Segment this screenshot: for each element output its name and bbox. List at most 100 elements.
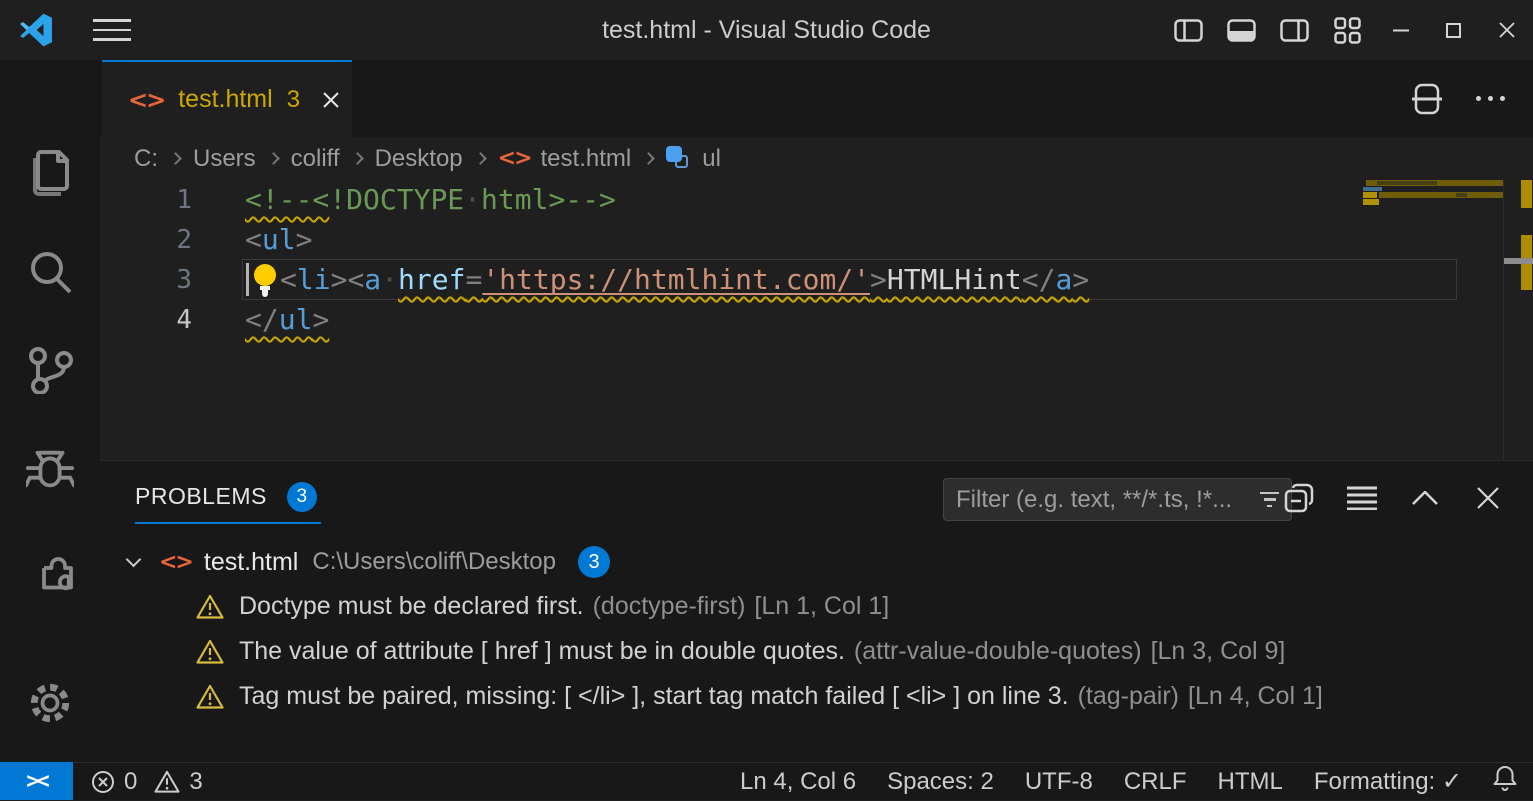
sidebar-left-icon [1174, 19, 1203, 42]
minimap[interactable] [1363, 180, 1503, 460]
notifications-bell-button[interactable] [1493, 765, 1517, 798]
layout-grid-icon [1334, 17, 1361, 44]
toggle-secondary-sidebar-button[interactable] [1268, 0, 1321, 60]
close-panel-button[interactable] [1473, 483, 1503, 513]
status-bar: >< 0 3 Ln 4, Col 6 Spaces: 2 UTF-8 CRLF … [0, 762, 1533, 800]
problem-message: The value of attribute [ href ] must be … [239, 637, 845, 666]
run-debug-icon[interactable] [26, 446, 74, 494]
tab-problem-count: 3 [287, 86, 300, 114]
problem-row[interactable]: The value of attribute [ href ] must be … [196, 632, 1285, 670]
breadcrumb-users[interactable]: Users [193, 145, 256, 173]
html-file-icon: <> [498, 146, 531, 171]
settings-gear-icon[interactable] [26, 679, 74, 727]
chevron-up-icon [1412, 491, 1438, 505]
file-problem-badge: 3 [578, 546, 610, 578]
symbol-element-icon [666, 146, 692, 172]
collapse-all-icon [1284, 483, 1314, 513]
warning-icon [196, 639, 224, 664]
status-line-col[interactable]: Ln 4, Col 6 [740, 768, 856, 796]
problem-row[interactable]: Doctype must be declared first. (doctype… [196, 587, 889, 625]
more-actions-button[interactable] [1470, 90, 1511, 107]
line-number-active: 4 [132, 300, 192, 340]
bell-icon [1493, 765, 1517, 791]
sidebar-right-icon [1280, 19, 1309, 42]
minimap-line-4 [1363, 199, 1379, 205]
status-formatting[interactable]: Formatting: ✓ [1314, 767, 1462, 796]
code-editor[interactable]: 1 2 3 4 <!--<!DOCTYPE·html>--> <ul> <li>… [100, 180, 1533, 460]
minimap-line-3-marker [1363, 192, 1377, 198]
close-icon [1499, 22, 1515, 38]
minimap-line-3-text [1456, 193, 1467, 197]
breadcrumb: C: Users coliff Desktop <> test.html ul [100, 137, 1533, 180]
minimize-icon [1393, 29, 1409, 32]
breadcrumb-coliff[interactable]: coliff [291, 145, 340, 173]
problem-rule: (doctype-first) [593, 592, 746, 621]
warning-count: 3 [189, 768, 202, 796]
breadcrumb-desktop[interactable]: Desktop [375, 145, 463, 173]
problem-location: [Ln 3, Col 9] [1151, 637, 1286, 666]
maximize-icon [1446, 23, 1461, 38]
minimap-line-1-text [1377, 181, 1437, 185]
remote-indicator[interactable]: >< [0, 762, 73, 800]
filter-icon[interactable] [1260, 492, 1279, 508]
activity-bar [0, 60, 100, 762]
minimap-line-3 [1379, 192, 1503, 198]
toggle-primary-sidebar-button[interactable] [1162, 0, 1215, 60]
chevron-right-icon [169, 152, 182, 165]
view-as-table-button[interactable] [1347, 483, 1377, 513]
html-file-icon: <> [159, 550, 192, 575]
extensions-icon[interactable] [26, 544, 74, 592]
html-file-icon: <> [128, 86, 164, 114]
code-line-4: </ul> [245, 300, 329, 340]
status-problems-button[interactable]: 0 3 [91, 763, 203, 801]
problems-file-path: C:\Users\coliff\Desktop [312, 548, 556, 576]
problem-row[interactable]: Tag must be paired, missing: [ </li> ], … [196, 677, 1323, 715]
collapse-all-button[interactable] [1284, 483, 1314, 513]
ruler-cursor-marker [1504, 258, 1533, 264]
chevron-down-icon [126, 551, 142, 567]
close-window-button[interactable] [1480, 0, 1533, 60]
problem-rule: (tag-pair) [1078, 682, 1179, 711]
maximize-button[interactable] [1427, 0, 1480, 60]
tab-problems[interactable]: PROBLEMS 3 [135, 477, 321, 524]
split-editor-button[interactable] [1412, 84, 1442, 114]
tab-test-html[interactable]: <> test.html 3 [102, 60, 352, 137]
problem-message: Tag must be paired, missing: [ </li> ], … [239, 682, 1069, 711]
list-lines-icon [1347, 486, 1377, 510]
chevron-right-icon [474, 152, 487, 165]
breadcrumb-file[interactable]: test.html [541, 145, 632, 173]
close-icon [1477, 487, 1499, 509]
chevron-right-icon [642, 152, 655, 165]
minimize-button[interactable] [1374, 0, 1427, 60]
customize-layout-button[interactable] [1321, 0, 1374, 60]
breadcrumb-drive[interactable]: C: [134, 145, 158, 173]
problems-tab-label: PROBLEMS [135, 483, 267, 510]
source-control-icon[interactable] [26, 346, 74, 394]
search-icon[interactable] [26, 248, 74, 296]
breadcrumb-symbol[interactable]: ul [702, 145, 721, 173]
explorer-icon[interactable] [26, 148, 74, 196]
line-number: 1 [132, 180, 192, 220]
line-number: 3 [132, 260, 192, 300]
status-language[interactable]: HTML [1218, 768, 1283, 796]
status-encoding[interactable]: UTF-8 [1025, 768, 1093, 796]
warning-count-icon [154, 770, 180, 793]
lightbulb-icon[interactable] [250, 262, 280, 298]
filter-input[interactable] [956, 486, 1252, 514]
tab-bar: <> test.html 3 [100, 60, 1533, 137]
problems-file-name: test.html [204, 548, 298, 577]
toggle-panel-button[interactable] [1215, 0, 1268, 60]
problem-message: Doctype must be declared first. [239, 592, 584, 621]
split-editor-icon [1412, 83, 1442, 115]
check-icon: ✓ [1442, 768, 1462, 795]
problem-location: [Ln 1, Col 1] [754, 592, 889, 621]
overview-ruler [1503, 180, 1533, 460]
maximize-panel-button[interactable] [1410, 483, 1440, 513]
minimap-line-2 [1363, 187, 1382, 191]
tab-close-button[interactable] [318, 87, 344, 113]
status-indentation[interactable]: Spaces: 2 [887, 768, 994, 796]
error-count-icon [91, 770, 115, 794]
problems-file-row[interactable]: <> test.html C:\Users\coliff\Desktop 3 [128, 543, 610, 581]
chevron-right-icon [351, 152, 364, 165]
status-eol[interactable]: CRLF [1124, 768, 1187, 796]
